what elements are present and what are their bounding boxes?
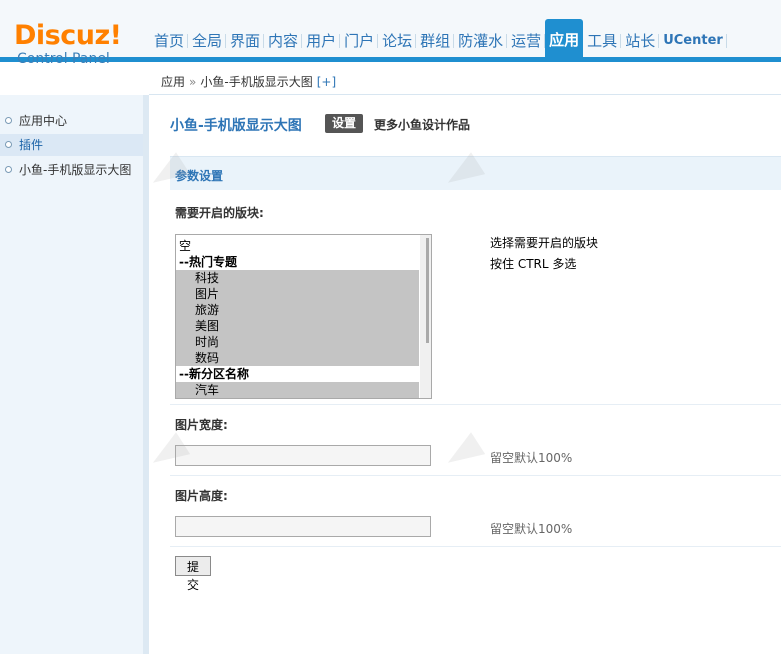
nav-tools[interactable]: 工具 [583, 25, 622, 57]
more-works-link[interactable]: 更多小鱼设计作品 [374, 116, 470, 133]
page-title: 小鱼-手机版显示大图 [170, 118, 302, 134]
sidebar: 应用中心 插件 小鱼-手机版显示大图 [0, 95, 143, 654]
select-option[interactable]: 时尚 [176, 334, 419, 350]
sidebar-item-plugins[interactable]: 插件 [0, 134, 143, 156]
nav-forum[interactable]: 论坛 [378, 25, 417, 57]
header: Discuz! Control Panel 首页 全局 界面 内容 用户 门户 … [0, 0, 781, 67]
bullet-icon [5, 117, 12, 124]
nav-groups[interactable]: 群组 [416, 25, 455, 57]
sidebar-item-app-center[interactable]: 应用中心 [0, 110, 143, 132]
select-option-group: --新分区名称 [179, 367, 249, 381]
select-option[interactable]: 科技 [176, 270, 419, 286]
logo-text: Discuz! [14, 20, 122, 51]
row-divider [170, 475, 781, 476]
add-to-favorites-link[interactable]: [+] [317, 75, 336, 89]
top-nav: 首页 全局 界面 内容 用户 门户 论坛 群组 防灌水 运营 应用 工具 站长 … [150, 19, 727, 57]
row-divider [170, 546, 781, 547]
row-divider [170, 404, 781, 405]
nav-users[interactable]: 用户 [302, 25, 341, 57]
select-option[interactable]: 美图 [176, 318, 419, 334]
section-title: 参数设置 [175, 169, 224, 183]
select-scrollbar[interactable] [420, 235, 431, 398]
sidebar-item-plugin-mobile-bigimage[interactable]: 小鱼-手机版显示大图 [0, 159, 143, 181]
select-option[interactable]: 数码 [176, 350, 419, 366]
nav-global[interactable]: 全局 [188, 25, 227, 57]
select-option-group: --热门专题 [179, 255, 237, 269]
submit-button[interactable]: 提交 [175, 556, 211, 592]
height-label: 图片高度: [175, 489, 228, 503]
select-option[interactable]: 空 [176, 238, 419, 254]
nav-content[interactable]: 内容 [264, 25, 303, 57]
sidebar-item-label: 小鱼-手机版显示大图 [19, 163, 132, 177]
sidebar-item-label: 应用中心 [19, 114, 68, 128]
main-content: 小鱼-手机版显示大图 设置 更多小鱼设计作品 参数设置 需要开启的版块: 空 -… [149, 96, 781, 654]
nav-apps[interactable]: 应用 [545, 19, 584, 57]
nav-ucenter[interactable]: UCenter [659, 25, 727, 57]
width-label: 图片宽度: [175, 418, 228, 432]
scrollbar-thumb[interactable] [426, 238, 429, 343]
blocks-help: 选择需要开启的版块 按住 CTRL 多选 [490, 233, 598, 275]
nav-home[interactable]: 首页 [150, 25, 189, 57]
breadcrumb-separator: » [189, 75, 197, 89]
tab-settings[interactable]: 设置 [325, 114, 364, 133]
section-header: 参数设置 [170, 156, 781, 190]
bullet-icon [5, 166, 12, 173]
width-help: 留空默认100% [490, 451, 573, 465]
breadcrumb: 应用 » 小鱼-手机版显示大图 [+] [161, 73, 336, 90]
logo-subtitle: Control Panel [17, 51, 110, 67]
select-option[interactable]: 图片 [176, 286, 419, 302]
breadcrumb-bar: 应用 » 小鱼-手机版显示大图 [+] [149, 67, 781, 95]
breadcrumb-current: 小鱼-手机版显示大图 [200, 75, 313, 89]
select-option[interactable]: 汽车 [176, 382, 419, 398]
breadcrumb-root[interactable]: 应用 [161, 75, 185, 89]
nav-admin[interactable]: 站长 [621, 25, 660, 57]
sidebar-item-label: 插件 [19, 138, 44, 152]
discuz-logo[interactable]: Discuz! Control Panel [14, 20, 134, 68]
height-input[interactable] [175, 516, 431, 537]
nav-interface[interactable]: 界面 [226, 25, 265, 57]
height-help: 留空默认100% [490, 522, 573, 536]
bullet-icon [5, 141, 12, 148]
blocks-multiselect[interactable]: 空 --热门专题 科技 图片 旅游 美图 时尚 数码 --新分区名称 汽车 [175, 234, 432, 399]
blocks-help-line2: 按住 CTRL 多选 [490, 257, 577, 271]
blocks-help-line1: 选择需要开启的版块 [490, 236, 599, 250]
select-option[interactable]: 旅游 [176, 302, 419, 318]
width-input[interactable] [175, 445, 431, 466]
nav-operations[interactable]: 运营 [507, 25, 546, 57]
blocks-label: 需要开启的版块: [175, 206, 264, 220]
nav-portal[interactable]: 门户 [340, 25, 379, 57]
nav-antispam[interactable]: 防灌水 [454, 25, 508, 57]
